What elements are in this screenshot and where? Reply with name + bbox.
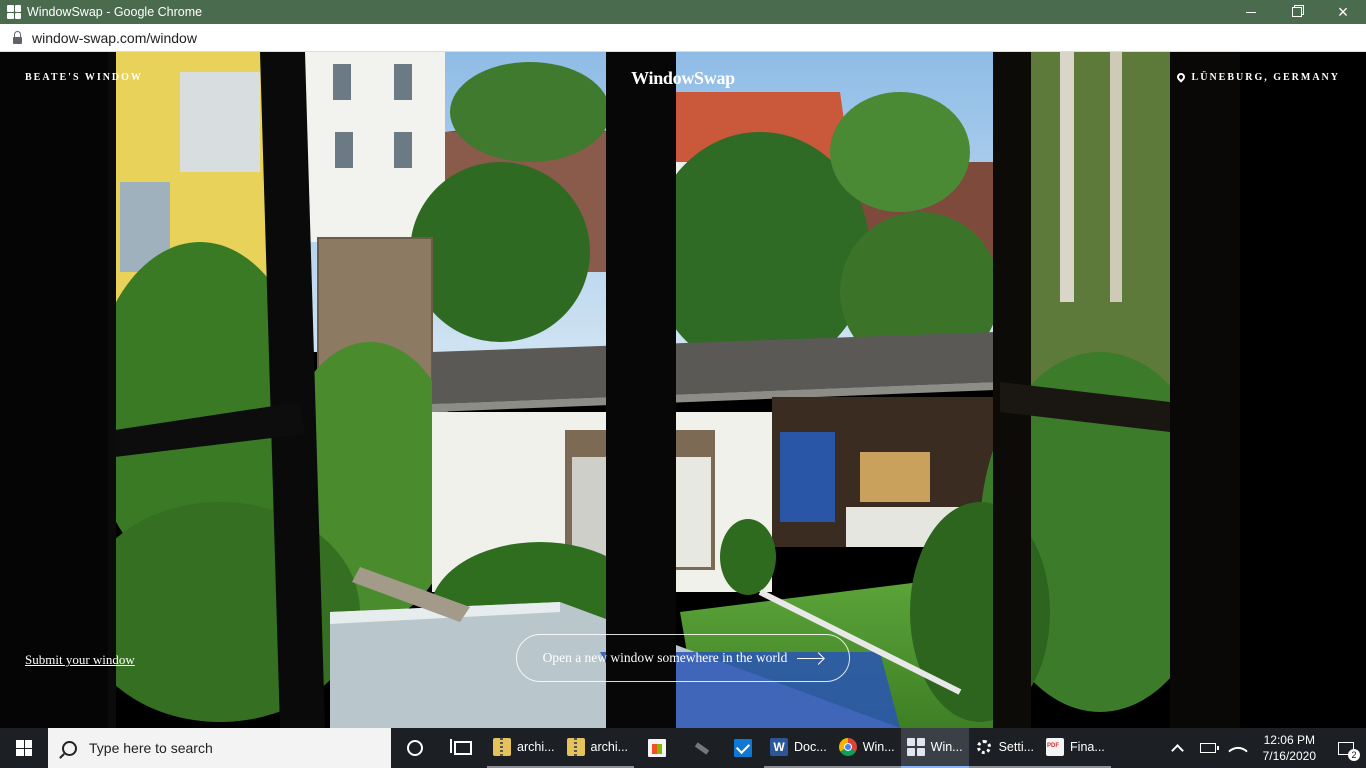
taskbar-app-mail[interactable]	[722, 728, 764, 768]
wifi-icon	[1227, 741, 1248, 761]
location-label: LÜNEBURG, GERMANY	[1174, 70, 1340, 83]
start-button[interactable]	[0, 728, 48, 768]
minimize-button[interactable]	[1228, 0, 1274, 24]
windowswap-logo[interactable]: WindowSwap	[631, 68, 735, 89]
taskbar-app-tool[interactable]	[680, 728, 722, 768]
windowswap-icon	[906, 738, 925, 756]
taskbar-app-label: Win...	[862, 740, 895, 754]
mail-icon	[734, 739, 753, 757]
chrome-icon	[838, 738, 857, 756]
pdf-icon	[1046, 738, 1065, 756]
window-owner-label: BEATE'S WINDOW	[25, 72, 143, 83]
location-pin-icon	[1174, 70, 1187, 83]
windowswap-favicon-icon	[7, 5, 21, 19]
taskbar-app-label: Fina...	[1070, 740, 1105, 754]
taskbar-app-label: Setti...	[998, 740, 1035, 754]
search-icon	[62, 740, 77, 756]
open-new-window-label: Open a new window somewhere in the world	[542, 650, 788, 665]
show-hidden-icons-button[interactable]	[1163, 742, 1193, 757]
word-icon: W	[770, 738, 789, 756]
taskbar-app-archive-1[interactable]: archi...	[487, 728, 561, 768]
taskbar-app-pdf[interactable]: Fina...	[1040, 728, 1111, 768]
taskbar-search-box[interactable]: Type here to search	[48, 728, 391, 768]
taskbar-app-word[interactable]: W Doc...	[764, 728, 833, 768]
window-view-video	[0, 52, 1366, 728]
task-view-icon	[450, 739, 472, 755]
clock-time: 12:06 PM	[1263, 733, 1315, 747]
notification-icon: 2	[1338, 741, 1360, 761]
gear-icon	[976, 740, 991, 754]
taskbar-app-label: Win...	[930, 740, 963, 754]
windows-taskbar: Type here to search archi... archi... W …	[0, 728, 1366, 768]
taskbar-clock[interactable]: 12:06 PM 7/16/2020	[1253, 732, 1326, 764]
arrow-right-icon	[797, 657, 824, 659]
clock-date: 7/16/2020	[1262, 749, 1316, 763]
action-center-button[interactable]: 2	[1326, 741, 1366, 761]
address-bar[interactable]: window-swap.com/window	[0, 24, 1366, 52]
tool-icon	[692, 739, 710, 757]
taskbar-app-label: Doc...	[794, 740, 827, 754]
close-button[interactable]: ×	[1320, 0, 1366, 24]
taskbar-app-settings[interactable]: Setti...	[968, 728, 1041, 768]
task-view-button[interactable]	[439, 728, 487, 768]
location-text: LÜNEBURG, GERMANY	[1191, 72, 1340, 83]
restore-button[interactable]	[1274, 0, 1320, 24]
system-tray: 12:06 PM 7/16/2020 2	[1163, 728, 1366, 768]
taskbar-app-archive-2[interactable]: archi...	[560, 728, 635, 768]
submit-window-link[interactable]: Submit your window	[25, 652, 135, 668]
taskbar-app-label: archi...	[517, 740, 555, 754]
taskbar-app-label: archi...	[590, 740, 629, 754]
url-text[interactable]: window-swap.com/window	[32, 30, 197, 46]
battery-icon	[1199, 743, 1219, 753]
zip-folder-icon	[493, 738, 511, 756]
network-button[interactable]	[1223, 738, 1253, 761]
windows-logo-icon	[16, 740, 32, 756]
browser-title-bar: WindowSwap - Google Chrome ×	[0, 0, 1366, 24]
battery-button[interactable]	[1193, 743, 1223, 753]
window-title: WindowSwap - Google Chrome	[27, 5, 203, 19]
taskbar-app-store[interactable]	[634, 728, 680, 768]
notification-count-badge: 2	[1348, 748, 1360, 761]
store-icon	[648, 739, 667, 757]
taskbar-app-windowswap[interactable]: Win...	[900, 728, 969, 768]
cortana-icon	[407, 740, 423, 756]
page-viewport: BEATE'S WINDOW WindowSwap LÜNEBURG, GERM…	[0, 52, 1366, 728]
open-new-window-button[interactable]: Open a new window somewhere in the world	[516, 634, 850, 682]
taskbar-app-chrome[interactable]: Win...	[832, 728, 901, 768]
zip-folder-icon	[566, 738, 585, 756]
chevron-up-icon	[1171, 743, 1184, 757]
cortana-button[interactable]	[391, 728, 439, 768]
search-placeholder: Type here to search	[89, 740, 213, 756]
lock-icon[interactable]	[13, 30, 22, 44]
